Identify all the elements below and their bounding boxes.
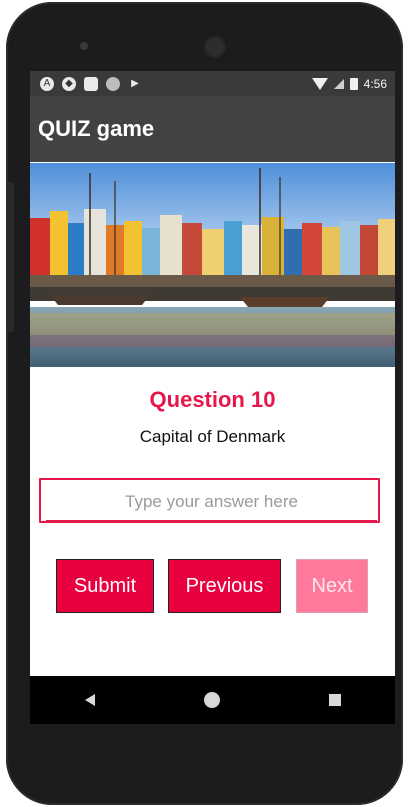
notification-icon: A <box>40 76 54 91</box>
sensor-dot <box>80 42 88 50</box>
answer-field-container <box>39 478 380 523</box>
back-icon[interactable] <box>84 694 95 706</box>
wifi-icon <box>311 77 328 90</box>
answer-input[interactable] <box>46 484 377 521</box>
side-button <box>6 182 14 332</box>
status-bar: A ◆ ▶ 4:56 <box>30 71 395 96</box>
previous-button-label: Previous <box>185 574 264 597</box>
previous-button[interactable]: Previous <box>168 559 281 613</box>
app-toolbar: QUIZ game <box>30 96 395 162</box>
circle-icon <box>106 76 120 91</box>
hero-image <box>30 163 395 367</box>
battery-icon <box>349 77 358 90</box>
app-title: QUIZ game <box>38 116 155 141</box>
next-button-label: Next <box>311 574 353 597</box>
home-icon[interactable] <box>203 692 220 708</box>
recent-apps-icon[interactable] <box>328 694 341 706</box>
signal-icon <box>333 78 344 89</box>
screen: A ◆ ▶ 4:56 QUIZ game Question 10 Capital… <box>30 71 395 724</box>
submit-button-label: Submit <box>73 574 137 597</box>
question-text: Capital of Denmark <box>139 427 286 446</box>
front-camera-icon <box>206 38 224 56</box>
shield-icon: ◆ <box>62 76 76 91</box>
status-icons-left: A ◆ ▶ <box>30 76 142 91</box>
play-icon: ▶ <box>131 77 139 89</box>
status-icons-right: 4:56 <box>311 76 387 91</box>
submit-button[interactable]: Submit <box>56 559 154 613</box>
status-time: 4:56 <box>363 76 387 91</box>
question-title: Question 10 <box>149 387 276 412</box>
navigation-bar <box>30 676 395 724</box>
sd-card-icon <box>84 76 98 91</box>
next-button[interactable]: Next <box>296 559 368 613</box>
